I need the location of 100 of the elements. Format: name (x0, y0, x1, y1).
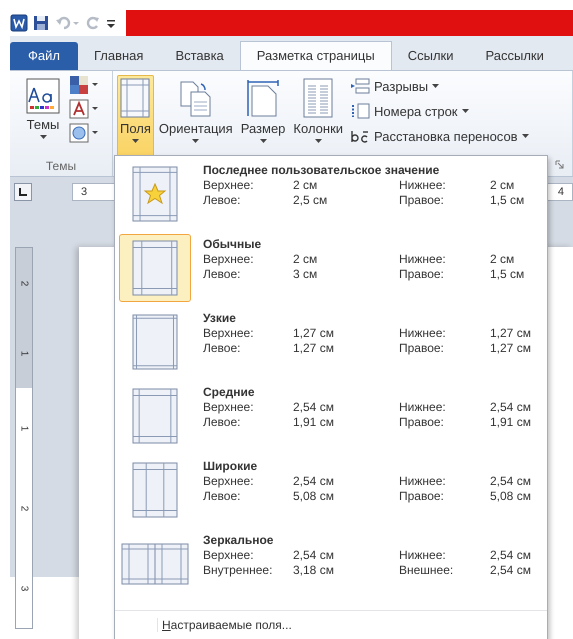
page-margins-icon (132, 462, 178, 518)
margin-value-text: Верхнее: (203, 548, 255, 563)
caret-icon (192, 139, 200, 143)
save-icon[interactable] (32, 14, 50, 32)
margin-value-text: Нижнее: (399, 178, 447, 193)
margin-value-text: Левое: (203, 489, 242, 504)
margin-value-text: Левое: (203, 341, 242, 356)
margin-value-text: 1,27 см (490, 326, 532, 341)
margin-value-text: 1,27 см (293, 341, 335, 356)
margin-value-text: Верхнее: (203, 400, 255, 415)
margin-value-text: 1,27 см (490, 341, 532, 356)
margin-value-text: 2 см (293, 252, 318, 267)
caret-icon (260, 139, 267, 143)
preset-name: Средние (203, 385, 256, 400)
margin-value-text: 5,08 см (293, 489, 335, 504)
ribbon-tab[interactable]: Вставка (159, 42, 240, 70)
margin-preset-item[interactable]: Зеркальное Верхнее: 2,54 см Нижнее: 2,54 см Внутреннее: 3,18 см Внешнее: 2,54 см (115, 530, 547, 604)
margins-icon (120, 78, 150, 118)
margin-value-text: 1,27 см (293, 326, 335, 341)
caret-icon (462, 109, 468, 113)
page-size-icon (246, 78, 280, 118)
ribbon-tab[interactable]: Рассылки (470, 42, 560, 70)
caret-icon (432, 84, 440, 88)
page-margins-icon (132, 388, 178, 444)
ribbon-tab[interactable]: Разметка страницы (240, 41, 392, 70)
page-margins-icon (132, 314, 178, 370)
preset-name: Широкие (203, 459, 258, 474)
margin-value-text: 2,54 см (490, 474, 532, 489)
margin-value-text: 2,54 см (490, 400, 532, 415)
left-tab-icon (19, 188, 27, 196)
margin-preset-item[interactable]: Узкие Верхнее: 1,27 см Нижнее: 1,27 см Левое: 1,27 см Правое: 1,27 см (115, 308, 547, 382)
vertical-ruler[interactable]: 2 1 1 2 3 (15, 247, 33, 629)
preset-name: Последнее пользовательское значение (203, 163, 440, 178)
ribbon-tab[interactable]: Главная (78, 42, 160, 70)
caret-icon (40, 135, 46, 139)
margin-value-text: Нижнее: (399, 548, 447, 563)
ruler-number: 2 (18, 505, 30, 511)
hyphenation-icon (350, 128, 370, 144)
margin-preset-item[interactable]: Средние Верхнее: 2,54 см Нижнее: 2,54 см Левое: 1,91 см Правое: 1,91 см (115, 382, 547, 456)
margin-value-text: Внутреннее: (203, 563, 274, 578)
margin-value-text: Верхнее: (203, 252, 255, 267)
margin-value-text: 5,08 см (490, 489, 532, 504)
mirrored-pages-icon (121, 543, 189, 585)
page-margins-icon (132, 240, 178, 296)
margin-value-text: Правое: (399, 267, 445, 282)
caret-icon (132, 139, 139, 143)
margin-value-text: 2 см (490, 178, 516, 193)
word-logo-icon[interactable] (10, 14, 28, 32)
ribbon-small-button[interactable]: Расстановка переносов (350, 125, 529, 147)
ribbon-small-button[interactable]: Разрывы (350, 75, 529, 97)
ruler-number: 1 (18, 425, 30, 431)
group-label: Темы (46, 159, 76, 175)
margin-value-text: Внешнее: (399, 563, 454, 578)
margin-value-text: 1,5 см (490, 267, 526, 282)
effects-icon[interactable] (69, 123, 99, 143)
margin-value-text: 1,91 см (490, 415, 532, 430)
margin-preset-item[interactable]: Обычные Верхнее: 2 см Нижнее: 2 см Левое: 3 см Правое: 1,5 см (115, 234, 547, 308)
themes-button[interactable]: Темы (23, 75, 63, 159)
ruler-number: 3 (81, 186, 88, 198)
preset-name: Зеркальное (203, 533, 274, 548)
ruler-number: 4 (558, 186, 564, 198)
ruler-number: 2 (18, 280, 30, 286)
margin-value-text: Верхнее: (203, 178, 255, 193)
ribbon-tab[interactable]: Ссылки (392, 42, 470, 70)
margin-preset-item[interactable]: Широкие Верхнее: 2,54 см Нижнее: 2,54 см Левое: 5,08 см Правое: 5,08 см (115, 456, 547, 530)
themes-icon (26, 78, 60, 114)
margin-preset-item[interactable]: Последнее пользовательское значение Верхнее: 2 см Нижнее: 2 см Левое: 2,5 см Правое: 1,5 см (115, 160, 547, 234)
margin-value-text: Левое: (203, 193, 242, 208)
tab-selector[interactable] (14, 183, 32, 201)
margin-value-text: Левое: (203, 415, 242, 430)
ribbon-tab[interactable]: Файл (10, 42, 78, 70)
page-setup-button[interactable]: Ориентация (156, 75, 236, 159)
margin-value-text: Нижнее: (399, 474, 447, 489)
caret-icon (314, 139, 322, 143)
margin-value-text: 2,54 см (490, 563, 532, 578)
margin-value-text: Правое: (399, 193, 445, 208)
dialog-launcher-icon[interactable] (555, 160, 564, 169)
colors-icon[interactable] (69, 75, 99, 95)
margin-value-text: Верхнее: (203, 326, 255, 341)
margin-value-text: Нижнее: (399, 326, 447, 341)
ruler-number: 1 (18, 350, 30, 356)
margin-value-text: 1,91 см (293, 415, 335, 430)
margin-value-text: 2,54 см (293, 548, 335, 563)
margin-value-text: 2,54 см (490, 548, 532, 563)
margin-value-text: 2 см (293, 178, 318, 193)
margin-value-text: Правое: (399, 489, 445, 504)
margin-value-text: 1,5 см (490, 193, 526, 208)
margin-value-text: 3 см (293, 267, 318, 282)
page-star-icon (132, 166, 178, 222)
margin-value-text: 2,54 см (293, 400, 335, 415)
ribbon-small-button[interactable]: Номера строк (350, 100, 529, 122)
page-setup-button[interactable]: Колонки (290, 75, 346, 159)
caret-icon (522, 134, 529, 138)
fonts-icon[interactable] (69, 99, 99, 119)
ruler-number: 3 (18, 585, 30, 591)
preset-name: Обычные (203, 237, 262, 252)
margin-value-text: 2,54 см (293, 474, 335, 489)
page-setup-button[interactable]: Размер (238, 75, 288, 159)
margin-value-text: Нижнее: (399, 252, 447, 267)
custom-margins-item[interactable]: Настраиваемые поля... (157, 618, 292, 632)
